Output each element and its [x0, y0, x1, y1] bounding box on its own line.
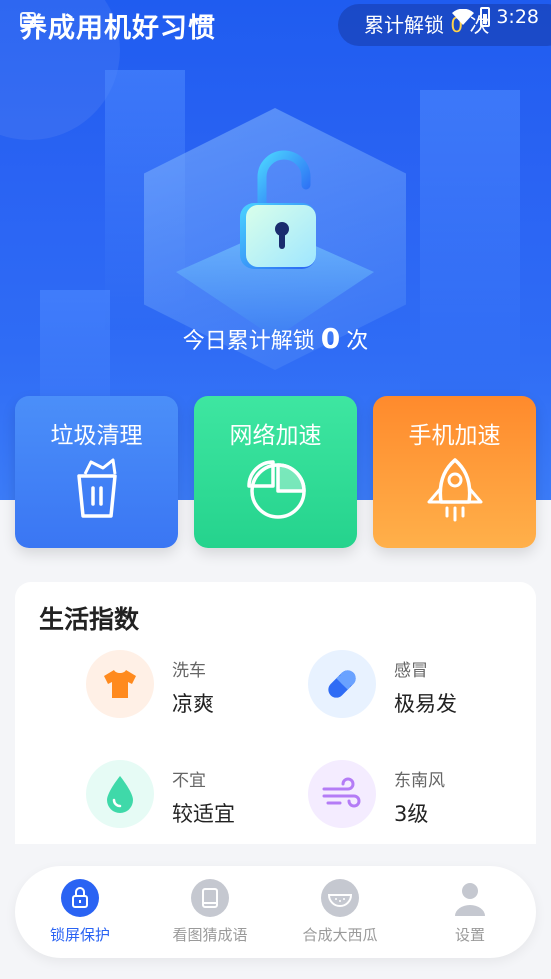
network-boost-label: 网络加速	[229, 423, 322, 449]
system-icons: 3:28	[452, 6, 539, 28]
life-item-name: 洗车	[172, 661, 206, 681]
life-index-title: 生活指数	[39, 605, 140, 634]
pie-chart-icon	[246, 460, 306, 519]
tab-lock-screen[interactable]: 锁屏保护	[20, 878, 140, 945]
network-boost-card[interactable]: 网络加速	[194, 396, 357, 548]
life-item-car-wash: 洗车 凉爽	[86, 650, 306, 720]
wind-icon	[308, 760, 376, 828]
bottom-tab-bar: 锁屏保护 看图猜成语 合成大西瓜 设置	[15, 866, 536, 958]
life-item-value: 3级	[394, 802, 429, 826]
user-icon	[450, 878, 490, 918]
tab-label: 锁屏保护	[49, 926, 110, 944]
battery-icon	[480, 7, 491, 27]
tab-guess-idiom[interactable]: 看图猜成语	[150, 878, 270, 945]
wifi-icon	[452, 9, 475, 25]
rocket-icon	[427, 458, 482, 522]
tab-settings[interactable]: 设置	[410, 878, 530, 945]
life-item-value: 较适宜	[172, 802, 235, 826]
life-item-value: 凉爽	[172, 692, 214, 716]
phone-boost-label: 手机加速	[408, 423, 501, 449]
life-item-name: 不宜	[172, 771, 206, 791]
decorative-building	[420, 90, 520, 410]
total-unlock-prefix: 累计解锁	[364, 13, 444, 37]
trash-clean-label: 垃圾清理	[50, 423, 143, 449]
life-index-panel: 生活指数 洗车 凉爽 感冒 极易发 不宜 较适宜 东南风 3级	[15, 582, 536, 844]
life-item-cold: 感冒 极易发	[308, 650, 528, 720]
life-item-value: 极易发	[394, 692, 457, 716]
water-drop-icon	[86, 760, 154, 828]
today-unlock-count: 今日累计解锁 0 次	[0, 322, 551, 355]
clock-time: 3:28	[496, 6, 539, 28]
padlock-icon	[240, 150, 316, 269]
tab-label: 设置	[454, 926, 485, 944]
life-item-name: 感冒	[394, 661, 428, 681]
app-title: 养成用机好习惯	[20, 13, 216, 44]
today-suffix: 次	[346, 329, 369, 354]
trash-clean-card[interactable]: 垃圾清理	[15, 396, 178, 548]
watermelon-icon	[320, 878, 360, 918]
life-item-name: 东南风	[394, 771, 445, 791]
life-item-wind: 东南风 3级	[308, 760, 528, 830]
tab-label: 合成大西瓜	[302, 926, 378, 944]
life-item-suitability: 不宜 较适宜	[86, 760, 306, 830]
book-icon	[190, 878, 230, 918]
pill-icon	[308, 650, 376, 718]
status-bar: 养成用机好习惯 累计解锁 0 次 3:28	[0, 0, 551, 46]
today-count: 0	[320, 322, 341, 355]
lock-icon	[60, 878, 100, 918]
trash-icon	[76, 458, 117, 518]
phone-boost-card[interactable]: 手机加速	[373, 396, 536, 548]
tab-watermelon-game[interactable]: 合成大西瓜	[280, 878, 400, 945]
today-prefix: 今日累计解锁	[182, 329, 315, 354]
tab-label: 看图猜成语	[172, 926, 248, 944]
shirt-icon	[86, 650, 154, 718]
